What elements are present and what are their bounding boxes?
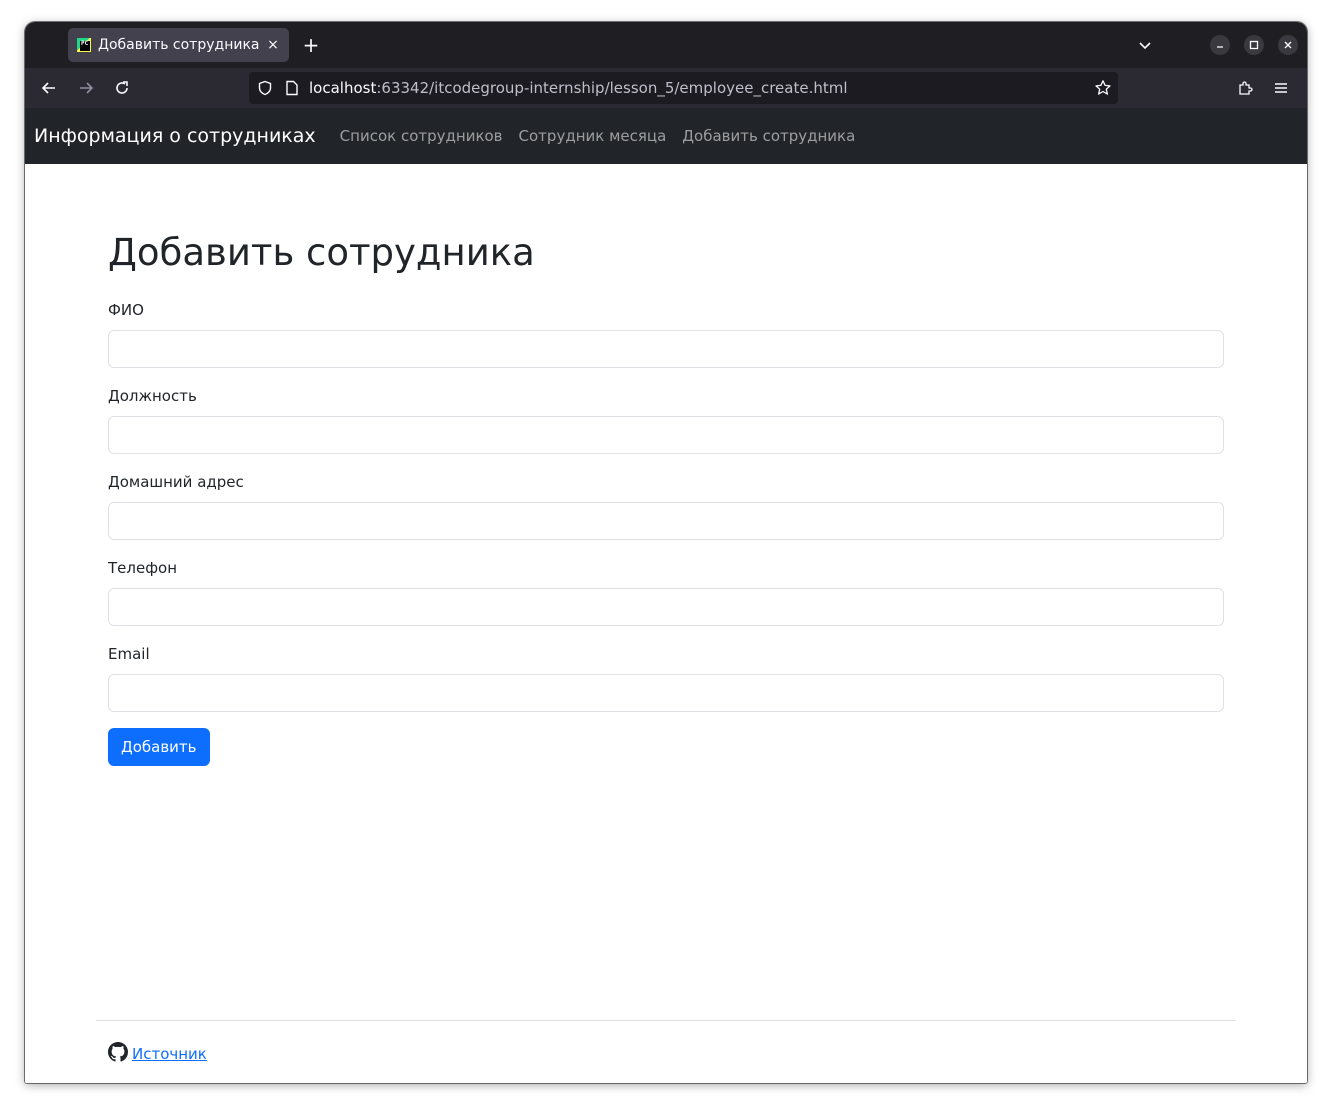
- navbar-brand[interactable]: Информация о сотрудниках: [34, 125, 316, 147]
- menu-hamburger-icon[interactable]: [1267, 74, 1295, 102]
- list-tabs-chevron-down-icon[interactable]: [1133, 33, 1157, 57]
- footer-divider: [96, 1020, 1236, 1021]
- email-input[interactable]: [108, 674, 1224, 712]
- browser-tab[interactable]: PC Добавить сотрудника ×: [68, 28, 289, 62]
- main-container: Добавить сотрудника ФИО Должность Домашн…: [108, 164, 1224, 766]
- reload-icon[interactable]: [108, 74, 136, 102]
- form-group-phone: Телефон: [108, 557, 1224, 626]
- url-host: localhost: [309, 79, 377, 97]
- fio-label: ФИО: [108, 301, 144, 319]
- tab-title: Добавить сотрудника: [98, 37, 260, 53]
- back-arrow-icon[interactable]: [35, 74, 63, 102]
- address-bar[interactable]: localhost:63342/itcodegroup-internship/l…: [249, 72, 1118, 104]
- position-input[interactable]: [108, 416, 1224, 454]
- form-group-address: Домашний адрес: [108, 471, 1224, 540]
- address-label: Домашний адрес: [108, 473, 244, 491]
- extensions-puzzle-icon[interactable]: [1231, 74, 1259, 102]
- form-group-position: Должность: [108, 385, 1224, 454]
- tab-close-icon[interactable]: ×: [261, 37, 285, 53]
- nav-link-add-employee[interactable]: Добавить сотрудника: [682, 127, 855, 145]
- close-window-button[interactable]: [1278, 35, 1298, 55]
- form-group-fio: ФИО: [108, 299, 1224, 368]
- address-input[interactable]: [108, 502, 1224, 540]
- url-path: :63342/itcodegroup-internship/lesson_5/e…: [376, 79, 848, 97]
- tab-strip: PC Добавить сотрудника × +: [25, 22, 1307, 68]
- tracking-shield-icon[interactable]: [257, 80, 273, 96]
- page-title: Добавить сотрудника: [108, 231, 535, 274]
- nav-link-employee-list[interactable]: Список сотрудников: [340, 127, 503, 145]
- url-text: localhost:63342/itcodegroup-internship/l…: [309, 79, 848, 97]
- nav-link-employee-of-month[interactable]: Сотрудник месяца: [519, 127, 667, 145]
- forward-arrow-icon[interactable]: [72, 74, 100, 102]
- bookmark-star-icon[interactable]: [1094, 79, 1112, 97]
- footer: Источник: [108, 1042, 207, 1066]
- minimize-button[interactable]: [1210, 35, 1230, 55]
- email-label: Email: [108, 645, 150, 663]
- github-icon: [108, 1042, 128, 1066]
- phone-input[interactable]: [108, 588, 1224, 626]
- page-info-icon[interactable]: [285, 80, 299, 96]
- fio-input[interactable]: [108, 330, 1224, 368]
- form-group-email: Email: [108, 643, 1224, 712]
- browser-window: PC Добавить сотрудника × + localhost:633…: [25, 22, 1307, 1083]
- page-viewport: Информация о сотрудниках Список сотрудни…: [25, 108, 1307, 1083]
- add-employee-button[interactable]: Добавить: [108, 728, 210, 766]
- site-navbar: Информация о сотрудниках Список сотрудни…: [25, 108, 1307, 164]
- phone-label: Телефон: [108, 559, 178, 577]
- new-tab-button[interactable]: +: [299, 33, 323, 57]
- pycharm-favicon-icon: PC: [77, 38, 91, 52]
- maximize-button[interactable]: [1244, 35, 1264, 55]
- source-link[interactable]: Источник: [132, 1045, 207, 1063]
- browser-toolbar: localhost:63342/itcodegroup-internship/l…: [25, 68, 1307, 108]
- position-label: Должность: [108, 387, 197, 405]
